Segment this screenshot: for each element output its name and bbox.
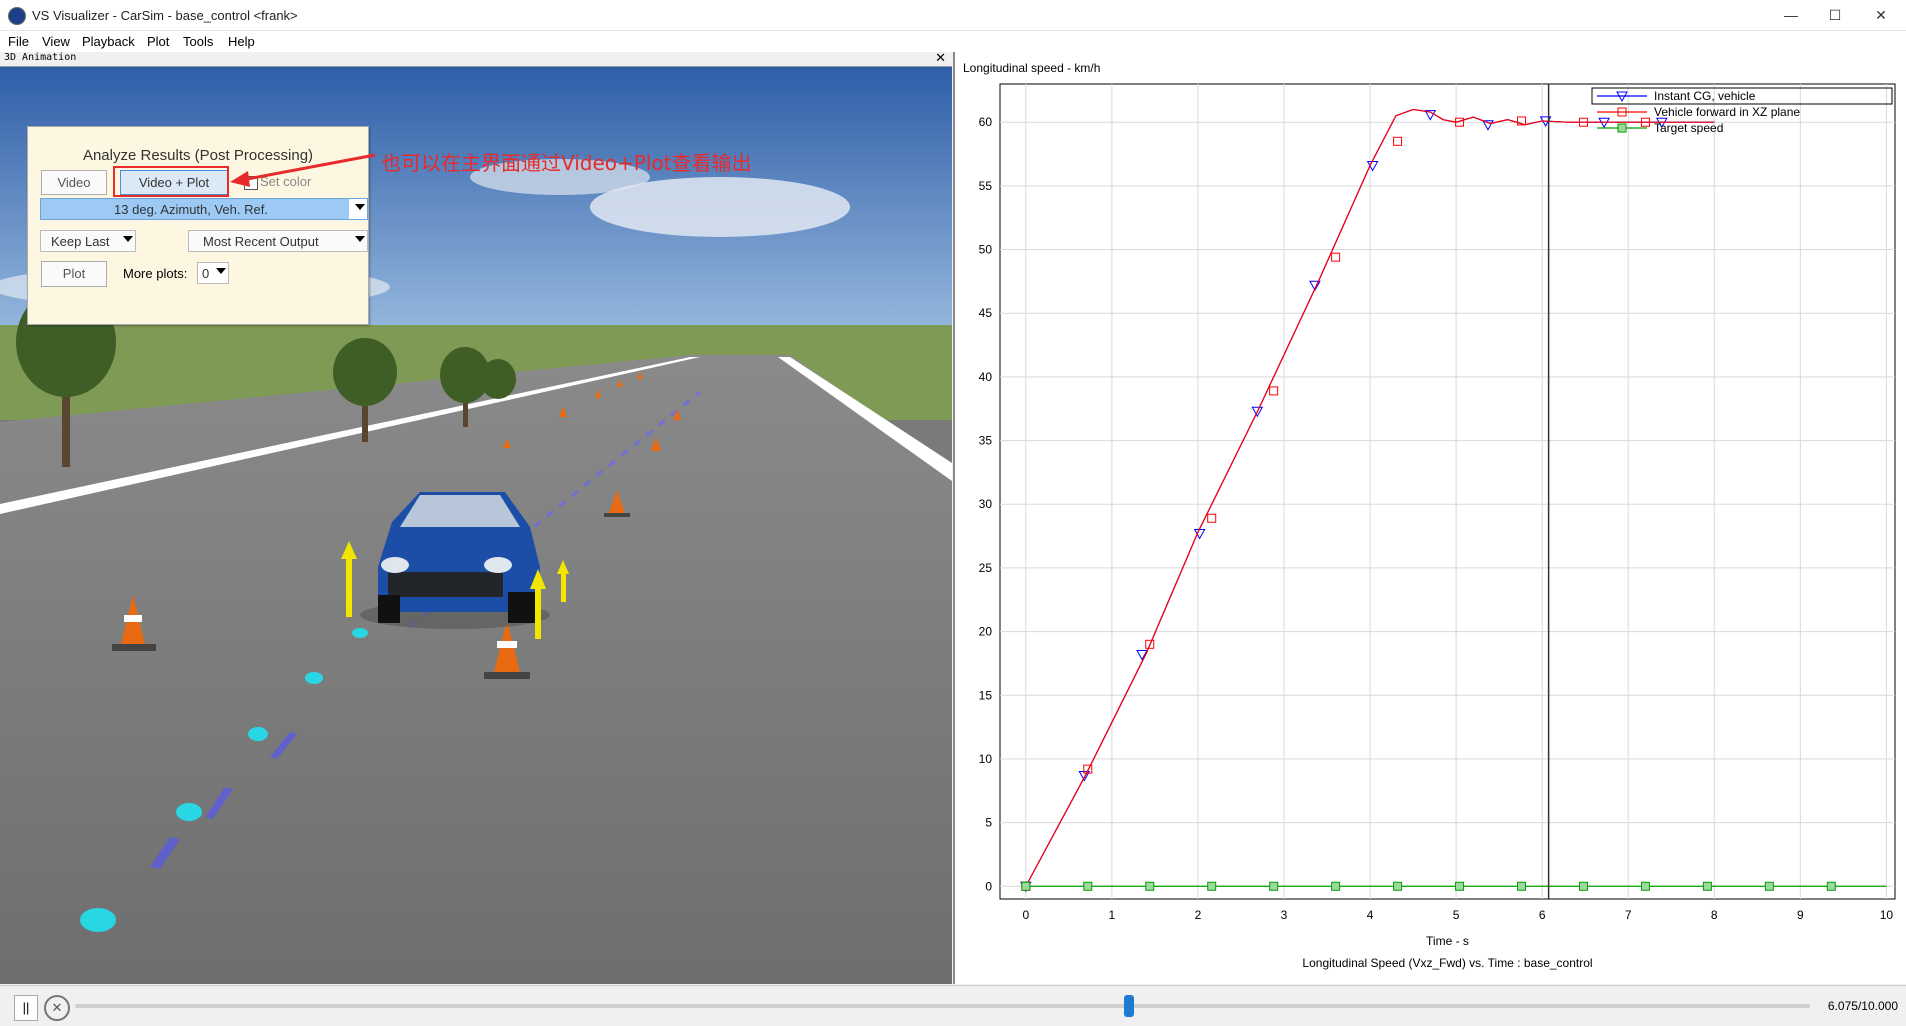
y-tick-label: 5 — [985, 816, 992, 830]
chevron-down-icon — [349, 199, 367, 219]
y-tick-label: 0 — [985, 879, 992, 893]
series-marker — [1702, 881, 1712, 891]
plot-title: Longitudinal speed - km/h — [963, 61, 1100, 75]
plot-pane: Longitudinal speed - km/h 0 1 2 3 4 5 6 7 8 9 10 0 5 1… — [953, 52, 1906, 984]
y-tick-label: 15 — [979, 688, 993, 702]
plot-frame — [999, 83, 1896, 900]
video-button[interactable]: Video — [41, 170, 107, 195]
x-tick-label: 10 — [1880, 908, 1894, 922]
animation-close-icon[interactable]: ✕ — [935, 52, 946, 66]
close-window-button[interactable]: ✕ — [1858, 0, 1904, 30]
x-tick-label: 8 — [1711, 908, 1718, 922]
series-marker — [1083, 881, 1093, 891]
more-plots-label: More plots: — [123, 266, 188, 281]
x-tick-label: 1 — [1109, 908, 1116, 922]
series-marker — [1764, 881, 1774, 891]
chevron-down-icon — [123, 236, 133, 242]
output-value: Most Recent Output — [203, 234, 319, 249]
series-marker — [1207, 881, 1217, 891]
title-bar: VS Visualizer - CarSim - base_control <f… — [0, 0, 1906, 31]
menu-view[interactable]: View — [42, 34, 70, 49]
playback-slider-thumb[interactable] — [1124, 995, 1134, 1017]
tree — [480, 359, 516, 399]
series-marker — [1393, 881, 1403, 891]
maximize-button[interactable]: ☐ — [1812, 0, 1858, 30]
legend-marker — [1617, 123, 1627, 133]
x-tick-label: 0 — [1022, 908, 1029, 922]
mute-icon[interactable]: ✕ — [44, 995, 70, 1021]
road — [0, 355, 952, 984]
plot-subtitle: Longitudinal Speed (Vxz_Fwd) vs. Time : … — [1302, 956, 1592, 970]
series-marker — [1331, 881, 1341, 891]
keep-last-select[interactable]: Keep Last — [40, 230, 136, 252]
highlight-box — [113, 166, 229, 197]
camera-view-value: 13 deg. Azimuth, Veh. Ref. — [114, 202, 268, 217]
x-tick-label: 6 — [1539, 908, 1546, 922]
camera-view-select[interactable]: 13 deg. Azimuth, Veh. Ref. — [40, 198, 368, 220]
x-tick-label: 3 — [1281, 908, 1288, 922]
y-tick-label: 50 — [979, 243, 993, 257]
app-icon — [8, 7, 26, 25]
keep-last-value: Keep Last — [51, 234, 110, 249]
chevron-down-icon — [355, 236, 365, 242]
legend-label: Vehicle forward in XZ plane — [1654, 105, 1800, 119]
menu-help[interactable]: Help — [228, 34, 255, 49]
y-tick-label: 45 — [979, 306, 993, 320]
menu-file[interactable]: File — [8, 34, 29, 49]
menu-plot[interactable]: Plot — [147, 34, 169, 49]
animation-header: 3D Animation ✕ — [0, 52, 952, 67]
playback-bar: || ✕ 6.075/10.000 — [0, 985, 1906, 1026]
series-marker — [1578, 881, 1588, 891]
x-tick-label: 9 — [1797, 908, 1804, 922]
series-marker — [1455, 881, 1465, 891]
plot-button[interactable]: Plot — [41, 261, 107, 287]
annotation-text: 也可以在主界面通过Video+Plot查看输出 — [381, 151, 752, 175]
series-marker — [1517, 881, 1527, 891]
legend-label: Instant CG, vehicle — [1654, 89, 1756, 103]
playback-slider-track[interactable] — [75, 1004, 1810, 1008]
menu-tools[interactable]: Tools — [183, 34, 213, 49]
animation-pane: 3D Animation ✕ Analyze Results (Post Pro… — [0, 52, 952, 984]
x-axis-label: Time - s — [1426, 934, 1469, 948]
minimize-button[interactable]: — — [1768, 0, 1814, 30]
x-tick-label: 7 — [1625, 908, 1632, 922]
legend-label: Target speed — [1654, 121, 1723, 135]
series-marker — [1145, 881, 1155, 891]
series-marker — [1021, 881, 1031, 891]
animation-header-label: 3D Animation — [4, 52, 77, 63]
y-tick-label: 10 — [979, 752, 993, 766]
y-tick-label: 30 — [979, 497, 993, 511]
y-tick-label: 20 — [979, 625, 993, 639]
menu-playback[interactable]: Playback — [82, 34, 135, 49]
time-readout: 6.075/10.000 — [1827, 999, 1898, 1013]
more-plots-select[interactable]: 0 — [197, 262, 229, 284]
x-tick-label: 4 — [1367, 908, 1374, 922]
annotation-arrow — [230, 153, 376, 187]
series-marker — [1640, 881, 1650, 891]
y-tick-label: 35 — [979, 434, 993, 448]
y-tick-label: 25 — [979, 561, 993, 575]
more-plots-value: 0 — [202, 266, 210, 281]
x-tick-label: 5 — [1453, 908, 1460, 922]
y-tick-label: 60 — [979, 115, 993, 129]
x-tick-label: 2 — [1195, 908, 1202, 922]
series-marker — [1269, 881, 1279, 891]
y-tick-label: 40 — [979, 370, 993, 384]
speed-chart[interactable]: Longitudinal speed - km/h0 1 2 3 4 5 6 7 8 9 10051… — [955, 52, 1906, 984]
series-marker — [1826, 881, 1836, 891]
y-tick-label: 55 — [979, 179, 993, 193]
window-title: VS Visualizer - CarSim - base_control <f… — [32, 8, 298, 23]
output-select[interactable]: Most Recent Output — [188, 230, 368, 252]
menu-bar: File View Playback Plot Tools Help — [0, 31, 1906, 52]
pause-button[interactable]: || — [14, 995, 38, 1021]
chevron-down-icon — [216, 268, 226, 274]
